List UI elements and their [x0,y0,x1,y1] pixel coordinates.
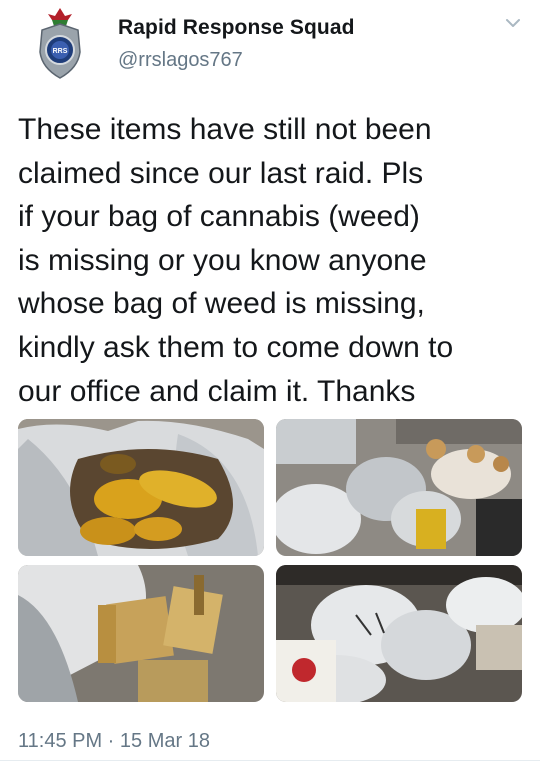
police-badge-icon[interactable]: RRS [30,6,90,80]
chevron-down-icon[interactable] [505,16,521,28]
tweet-text: These items have still not been claimed … [18,113,454,408]
tweet-photo-4[interactable] [276,565,522,702]
tweet-card: RRS Rapid Response Squad @rrslagos767 Th… [0,0,540,763]
author-name[interactable]: Rapid Response Squad [118,16,355,40]
svg-text:RRS: RRS [53,48,68,55]
author-handle[interactable]: @rrslagos767 [118,49,243,72]
tweet-photo-1[interactable] [18,419,264,556]
tweet-photo-2[interactable] [276,419,522,556]
tweet-photo-3[interactable] [18,565,264,702]
tweet-timestamp[interactable]: 11:45 PM · 15 Mar 18 [18,730,210,753]
divider [0,760,540,761]
